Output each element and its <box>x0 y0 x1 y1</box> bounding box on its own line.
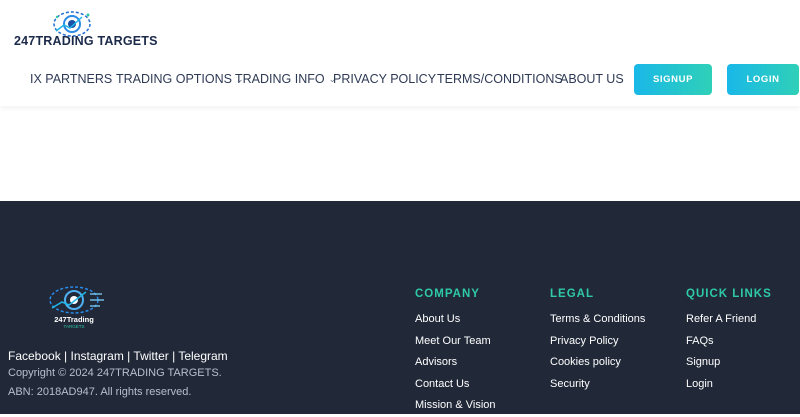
footer-logo-subtext: TARGETS <box>64 324 85 329</box>
footer-logo-text: 247Trading <box>54 315 94 324</box>
footer-link-signup[interactable]: Signup <box>686 352 772 374</box>
footer-link-refer-a-friend[interactable]: Refer A Friend <box>686 309 772 331</box>
footer-link-faqs[interactable]: FAQs <box>686 331 772 353</box>
footer-link-mission-vision[interactable]: Mission & Vision <box>415 395 496 417</box>
nav-about-us[interactable]: ABOUT US <box>560 72 624 86</box>
nav-label: TRADING INFO <box>235 72 325 86</box>
login-button[interactable]: LOGIN <box>727 64 799 95</box>
nav-terms-conditions[interactable]: TERMS/CONDITIONS <box>437 72 563 86</box>
brand-name[interactable]: 247TRADING TARGETS <box>14 34 158 48</box>
footer-link-privacy[interactable]: Privacy Policy <box>550 331 645 353</box>
footer-link-terms[interactable]: Terms & Conditions <box>550 309 645 331</box>
footer-link-cookies[interactable]: Cookies policy <box>550 352 645 374</box>
footer-column-quick-links: QUICK LINKS Refer A Friend FAQs Signup L… <box>686 288 772 395</box>
footer-link-about-us[interactable]: About Us <box>415 309 496 331</box>
nav-trading-options[interactable]: TRADING OPTIONS ⌄ <box>116 72 244 86</box>
footer-link-login[interactable]: Login <box>686 374 772 396</box>
nav-label: TERMS/CONDITIONS <box>437 72 563 86</box>
footer-column-legal: LEGAL Terms & Conditions Privacy Policy … <box>550 288 645 395</box>
nav-privacy-policy[interactable]: PRIVACY POLICY <box>333 72 436 86</box>
abn-text: ABN: 2018AD947. All rights reserved. <box>8 386 192 398</box>
footer-link-security[interactable]: Security <box>550 374 645 396</box>
site-footer: 247Trading TARGETS Facebook | Instagram … <box>0 201 800 414</box>
nav-label: TRADING OPTIONS <box>116 72 232 86</box>
nav-label: ABOUT US <box>560 72 624 86</box>
column-title: LEGAL <box>550 288 594 300</box>
copyright-text: Copyright © 2024 247TRADING TARGETS. <box>8 367 222 379</box>
nav-trading-info[interactable]: TRADING INFO ⌄ <box>235 72 336 86</box>
nav-ix-partners[interactable]: IX PARTNERS <box>30 72 112 86</box>
footer-link-advisors[interactable]: Advisors <box>415 352 496 374</box>
column-title: COMPANY <box>415 288 480 300</box>
site-header: 247TRADING TARGETS IX PARTNERS TRADING O… <box>0 0 800 106</box>
footer-link-meet-our-team[interactable]: Meet Our Team <box>415 331 496 353</box>
footer-logo-icon[interactable]: 247Trading TARGETS <box>44 284 108 330</box>
signup-button[interactable]: SIGNUP <box>634 64 712 95</box>
footer-link-contact-us[interactable]: Contact Us <box>415 374 496 396</box>
social-links[interactable]: Facebook | Instagram | Twitter | Telegra… <box>8 349 228 363</box>
nav-label: PRIVACY POLICY <box>333 72 437 86</box>
column-title: QUICK LINKS <box>686 288 772 300</box>
footer-column-company: COMPANY About Us Meet Our Team Advisors … <box>415 288 496 417</box>
nav-label: IX PARTNERS <box>30 72 113 86</box>
